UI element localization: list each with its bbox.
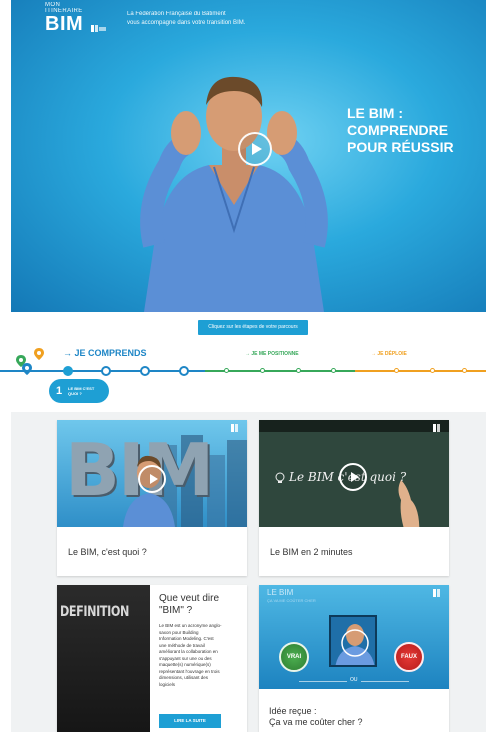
timeline-dot-7[interactable] <box>296 368 301 373</box>
hero-title-line-2: COMPRENDRE <box>347 122 449 138</box>
card-4-title-line-1: Idée reçue : <box>269 706 317 716</box>
journey-cta-button[interactable]: Cliquez sur les étapes de votre parcours <box>198 320 308 335</box>
hero-title-line-1: LE BIM : <box>347 105 403 121</box>
card-4-thumb-title: LE BIM <box>267 588 294 597</box>
badge-text: LE BIM C'EST QUOI ? <box>68 386 94 396</box>
presenter-image <box>140 76 328 312</box>
timeline-dot-4[interactable] <box>179 366 189 376</box>
logo[interactable]: MON ITINERAIRE BIM <box>45 2 83 34</box>
hand-image <box>398 480 420 527</box>
card-bim-cest-quoi[interactable]: BIM Le BIM, c'est quoi ? <box>57 420 247 576</box>
page: MON ITINERAIRE BIM La Fédération Françai… <box>0 0 486 732</box>
card-4-presenter-frame <box>329 615 377 667</box>
map-pin-orange-icon <box>34 348 44 360</box>
card-2-thumbnail[interactable]: Le BIM c'est quoi ? <box>259 420 449 527</box>
ffb-mini-logo-icon <box>231 424 238 432</box>
card-4-thumb-sub: ÇA VA ME COÛTER CHER <box>267 598 316 603</box>
read-more-button[interactable]: LIRE LA SUITE <box>159 714 221 728</box>
faux-button[interactable]: FAUX <box>394 642 424 672</box>
ou-label: OU <box>347 677 361 683</box>
timeline-dot-3[interactable] <box>140 366 150 376</box>
card-3-thumbnail: DEFINITION <box>57 585 150 732</box>
timeline-dot-1[interactable] <box>63 366 73 376</box>
hero-video[interactable]: MON ITINERAIRE BIM La Fédération Françai… <box>11 0 486 312</box>
card-2-play-icon[interactable] <box>339 463 367 491</box>
step-1-label[interactable]: → JE COMPRENDS <box>63 348 147 358</box>
timeline-dot-11[interactable] <box>462 368 467 373</box>
step-2-label[interactable]: → JE ME POSITIONNE <box>245 351 299 357</box>
card-3-line: logiciels <box>159 681 176 687</box>
timeline-dot-9[interactable] <box>394 368 399 373</box>
current-step-badge[interactable]: 1 LE BIM C'EST QUOI ? <box>49 379 109 403</box>
card-1-play-icon[interactable] <box>138 465 166 493</box>
card-3-thumb-text: DEFINITION <box>60 604 130 620</box>
card-3-heading-line-1: Que veut dire <box>159 593 220 604</box>
timeline-dot-10[interactable] <box>430 368 435 373</box>
timeline-dot-8[interactable] <box>331 368 336 373</box>
card-3-heading-line-2: "BIM" ? <box>159 605 193 616</box>
hero-title: LE BIM : COMPRENDRE POUR RÉUSSIR <box>347 105 454 156</box>
step-3-label[interactable]: → JE DÉPLOIE <box>371 351 407 357</box>
card-3-paragraph: Le BIM est un acronyme anglo- saxon pour… <box>159 623 239 688</box>
card-4-thumbnail[interactable]: LE BIM ÇA VA ME COÛTER CHER VRAI FAUX OU <box>259 585 449 689</box>
ffb-mini-logo-icon-3 <box>433 589 440 597</box>
tagline-line-1: La Fédération Française du Bâtiment <box>127 11 226 17</box>
badge-number: 1 <box>55 385 63 397</box>
hero-tagline: La Fédération Française du Bâtiment vous… <box>127 10 245 28</box>
tagline-line-2: vous accompagne dans votre transition BI… <box>127 20 246 26</box>
ffb-logo-icon <box>91 25 106 32</box>
play-icon[interactable] <box>238 132 272 166</box>
hero-title-line-3: POUR RÉUSSIR <box>347 139 454 155</box>
card-idee-recue[interactable]: LE BIM ÇA VA ME COÛTER CHER VRAI FAUX OU <box>259 585 449 732</box>
vrai-button[interactable]: VRAI <box>279 642 309 672</box>
timeline-dot-6[interactable] <box>260 368 265 373</box>
card-4-title-line-2: Ça va me coûter cher ? <box>269 717 363 727</box>
logo-main-bim: BIM <box>45 13 84 35</box>
faux-label: FAUX <box>400 654 417 660</box>
map-pin-blue-icon <box>22 363 32 375</box>
card-3-body: Que veut dire "BIM" ? Le BIM est un acro… <box>159 593 239 688</box>
ffb-mini-logo-icon-2 <box>433 424 440 432</box>
card-3-heading[interactable]: Que veut dire "BIM" ? <box>159 593 239 617</box>
card-definition[interactable]: DEFINITION Que veut dire "BIM" ? Le BIM … <box>57 585 247 732</box>
lightbulb-icon <box>275 472 285 483</box>
card-2-title[interactable]: Le BIM en 2 minutes <box>270 547 353 557</box>
timeline-dot-5[interactable] <box>224 368 229 373</box>
badge-text-line-2: QUOI ? <box>68 391 82 396</box>
vrai-label: VRAI <box>286 654 302 660</box>
card-4-presenter-image <box>335 624 375 665</box>
logo-sub-itineraire: ITINERAIRE <box>45 8 83 14</box>
card-bim-2-minutes[interactable]: Le BIM c'est quoi ? Le BIM en 2 minutes <box>259 420 449 576</box>
card-4-title[interactable]: Idée reçue : Ça va me coûter cher ? <box>269 706 363 728</box>
card-1-title[interactable]: Le BIM, c'est quoi ? <box>68 547 147 557</box>
timeline-dot-2[interactable] <box>101 366 111 376</box>
card-1-thumbnail[interactable]: BIM <box>57 420 247 527</box>
